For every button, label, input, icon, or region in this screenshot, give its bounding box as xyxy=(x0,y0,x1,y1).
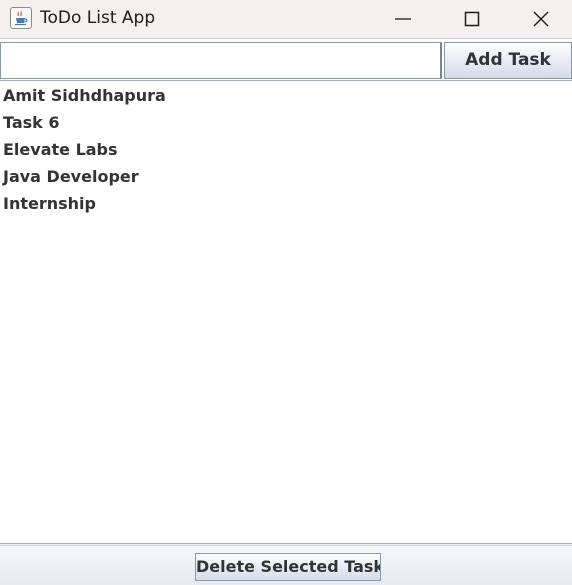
delete-selected-task-button[interactable]: Delete Selected Task xyxy=(195,553,381,581)
divider xyxy=(0,80,572,81)
minimize-icon xyxy=(395,18,411,20)
list-item[interactable]: Task 6 xyxy=(0,109,572,136)
app-window: ToDo List App Add Task Amit Sidhdhapura … xyxy=(0,0,572,585)
maximize-icon xyxy=(464,11,480,27)
window-title: ToDo List App xyxy=(40,8,156,28)
title-bar[interactable]: ToDo List App xyxy=(0,0,572,38)
footer-panel: Delete Selected Task xyxy=(0,546,572,585)
close-button[interactable] xyxy=(506,0,572,38)
add-task-button[interactable]: Add Task xyxy=(444,42,572,79)
task-list[interactable]: Amit Sidhdhapura Task 6 Elevate Labs Jav… xyxy=(0,82,572,543)
list-item[interactable]: Amit Sidhdhapura xyxy=(0,82,572,109)
java-cup-icon xyxy=(10,7,32,29)
close-icon xyxy=(533,11,549,27)
list-item[interactable]: Internship xyxy=(0,190,572,217)
task-input[interactable] xyxy=(0,42,442,79)
list-item[interactable]: Elevate Labs xyxy=(0,136,572,163)
list-item[interactable]: Java Developer xyxy=(0,163,572,190)
maximize-button[interactable] xyxy=(437,0,507,38)
content-pane: Add Task Amit Sidhdhapura Task 6 Elevate… xyxy=(0,38,572,585)
minimize-button[interactable] xyxy=(368,0,438,38)
